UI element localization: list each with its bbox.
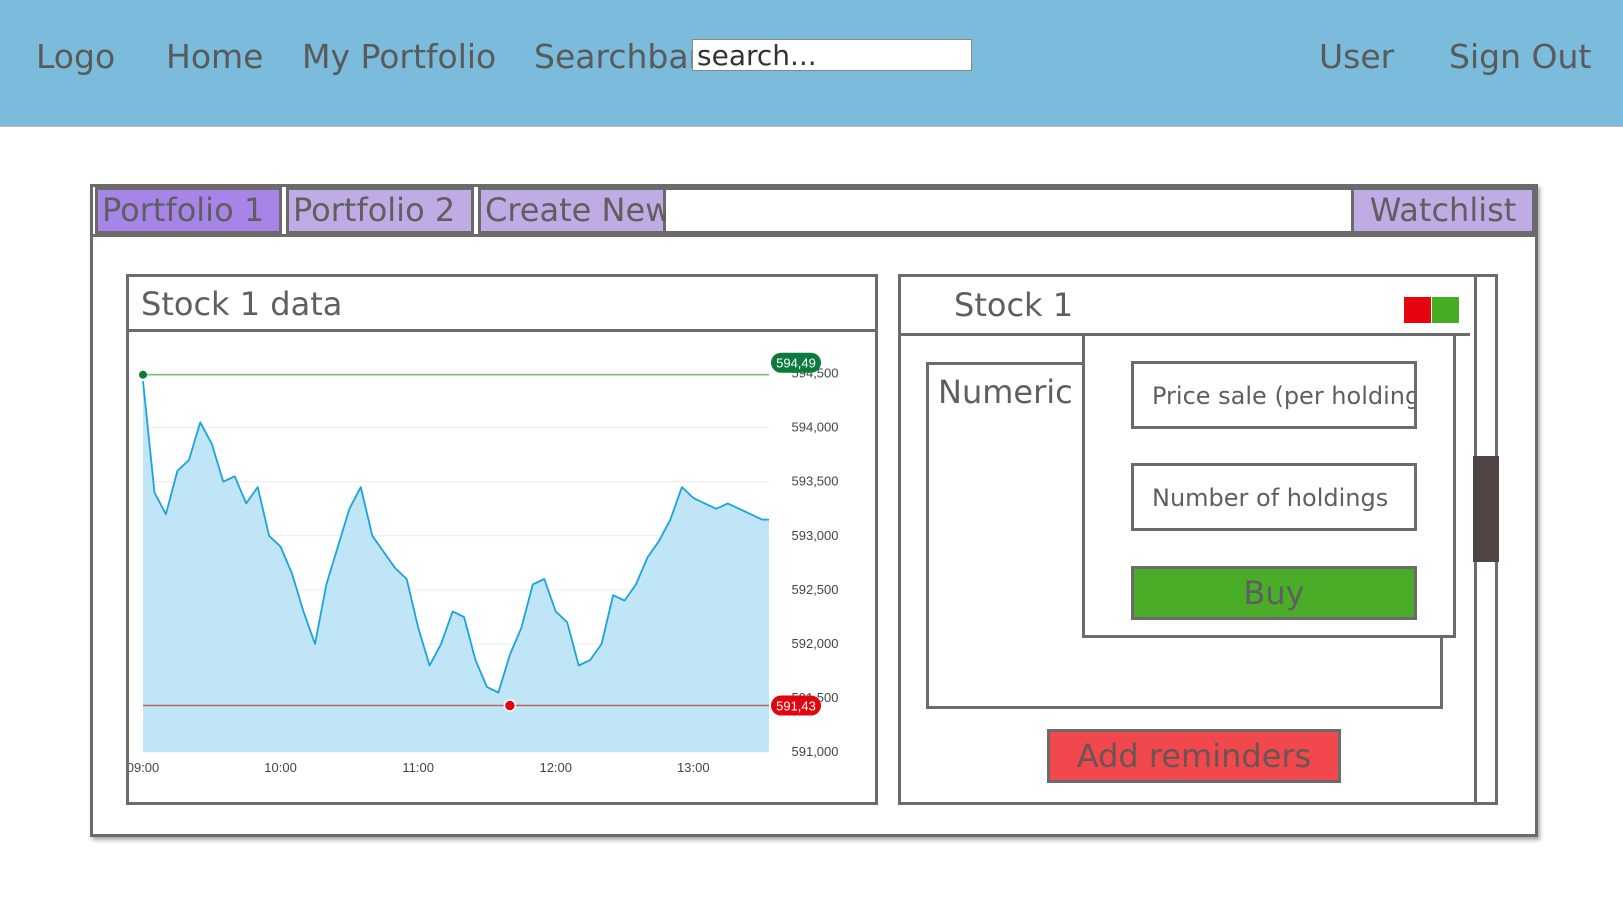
tab-create-new[interactable]: Create New: [478, 187, 671, 234]
number-of-holdings-field[interactable]: Number of holdings: [1131, 463, 1417, 531]
y-tick-label: 592,000: [792, 636, 839, 651]
buy-button[interactable]: Buy: [1131, 566, 1417, 620]
search-input[interactable]: [692, 39, 972, 71]
top-nav-bar: Logo Home My Portfolio Searchbar User Si…: [0, 0, 1623, 127]
nav-my-portfolio-link[interactable]: My Portfolio: [302, 36, 496, 78]
stock-card-title: Stock 1: [901, 277, 1470, 336]
tab-bar-spacer: [666, 187, 1351, 234]
stock-chart-card: Stock 1 data 591,000591,500592,000592,50…: [126, 274, 878, 805]
trade-popup: Price sale (per holding) Number of holdi…: [1082, 333, 1456, 638]
high-price-label: 594,49: [776, 356, 816, 371]
nav-home-link[interactable]: Home: [166, 36, 263, 78]
y-tick-label: 593,500: [792, 474, 839, 489]
x-tick-label: 10:00: [264, 760, 297, 775]
tab-portfolio-2[interactable]: Portfolio 2: [286, 187, 474, 234]
portfolio-tab-bar: Portfolio 1 Portfolio 2 Create New Watch…: [93, 187, 1535, 237]
low-marker: [503, 699, 517, 712]
y-tick-label: 592,500: [792, 582, 839, 597]
scrollbar-thumb[interactable]: [1473, 456, 1499, 562]
y-tick-label: 594,000: [792, 420, 839, 435]
price-area: [143, 381, 769, 752]
tab-portfolio-1[interactable]: Portfolio 1: [95, 187, 282, 234]
search-label: Searchbar: [534, 37, 703, 76]
price-up-indicator: [1432, 297, 1459, 323]
nav-user-link[interactable]: User: [1319, 36, 1394, 78]
low-price-label: 591,43: [776, 699, 816, 714]
stock-price-chart: 591,000591,500592,000592,500593,000593,5…: [129, 352, 839, 775]
x-tick-label: 11:00: [402, 760, 434, 775]
logo[interactable]: Logo: [36, 36, 115, 78]
sign-out-link[interactable]: Sign Out: [1449, 36, 1591, 78]
high-marker: [139, 370, 147, 379]
tab-watchlist[interactable]: Watchlist: [1351, 187, 1535, 234]
y-tick-label: 593,000: [792, 528, 839, 543]
x-tick-label: 13:00: [677, 760, 710, 775]
price-sale-field[interactable]: Price sale (per holding): [1131, 361, 1417, 429]
price-down-indicator: [1404, 297, 1431, 323]
y-tick-label: 591,000: [792, 744, 839, 759]
add-reminders-button[interactable]: Add reminders: [1047, 729, 1341, 783]
x-tick-label: 09:00: [129, 760, 159, 775]
x-tick-label: 12:00: [539, 760, 572, 775]
chart-card-title: Stock 1 data: [129, 277, 875, 332]
